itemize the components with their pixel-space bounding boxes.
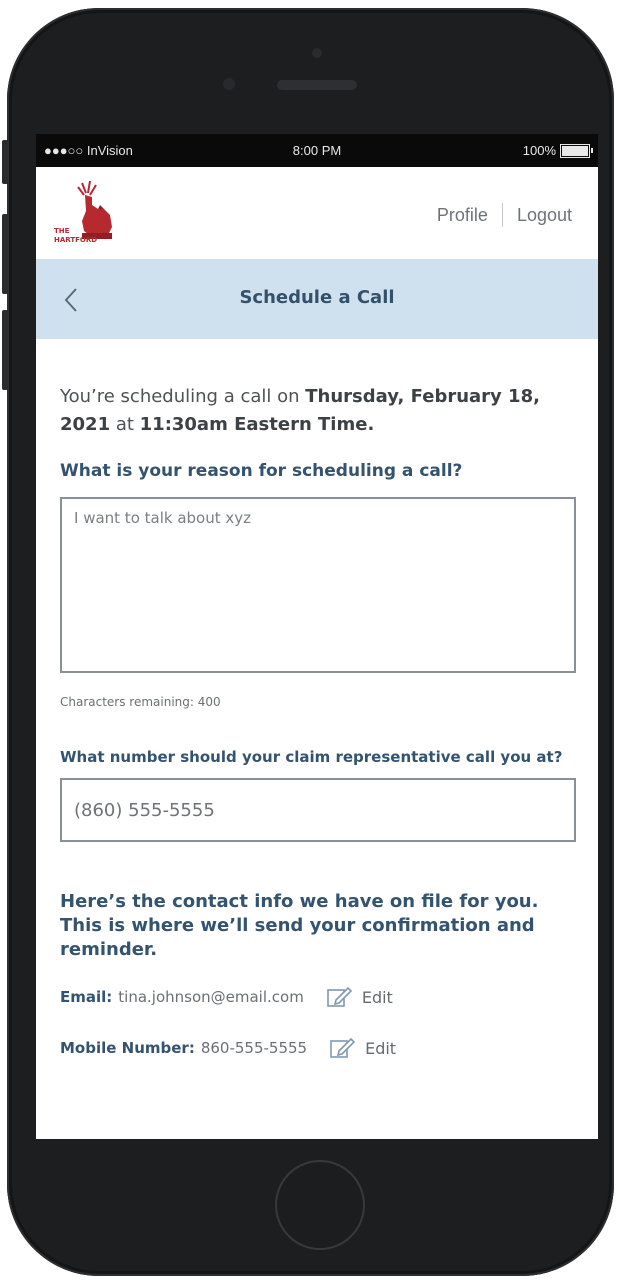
status-time: 8:00 PM [292,143,342,158]
title-bar: Schedule a Call [36,259,598,339]
logout-link[interactable]: Logout [517,205,572,226]
email-row: Email: tina.johnson@email.com Edit [60,984,574,1010]
header-nav: Profile Logout [437,203,572,227]
screen: ●●●○○ InVision 8:00 PM 100% THE HARTFORD… [36,134,598,1139]
mobile-value: 860-555-5555 [200,1039,308,1057]
schedule-summary: You’re scheduling a call on Thursday, Fe… [60,383,574,439]
mute-switch [2,140,8,184]
edit-email-label: Edit [361,987,393,1007]
battery-icon [560,143,593,158]
profile-link[interactable]: Profile [437,205,488,226]
edit-email-button[interactable]: Edit [326,985,393,1009]
contact-info-heading: Here’s the contact info we have on file … [60,891,539,960]
mobile-row: Mobile Number: 860-555-5555 Edit [60,1035,574,1061]
status-bar: ●●●○○ InVision 8:00 PM 100% [36,134,598,167]
summary-mid: at [110,414,140,435]
logo-text-hartford: HARTFORD [54,236,97,244]
callback-question: What number should your claim representa… [60,748,563,766]
mobile-label: Mobile Number: [60,1039,195,1057]
summary-time: 11:30am Eastern Time. [139,414,375,435]
home-button[interactable] [275,1160,365,1250]
sensor-dot [223,78,235,90]
battery-percent: 100% [522,143,556,158]
email-label: Email: [60,988,113,1006]
callback-number-input[interactable]: (860) 555-5555 [60,778,576,842]
edit-pencil-icon [330,1037,356,1058]
battery-status: 100% [522,143,593,158]
edit-mobile-label: Edit [365,1038,397,1058]
volume-up-button [2,214,8,294]
nav-separator [501,203,503,227]
characters-remaining: Characters remaining: 400 [60,695,221,709]
page-title: Schedule a Call [239,287,395,308]
app-header: THE HARTFORD Profile Logout [36,167,598,259]
edit-mobile-button[interactable]: Edit [329,1036,396,1060]
summary-prefix: You’re scheduling a call on [60,386,306,407]
reason-textarea[interactable]: I want to talk about xyz [60,497,576,673]
camera-dot [312,48,322,58]
logo-text-the: THE [54,227,70,235]
email-value: tina.johnson@email.com [118,988,304,1006]
volume-down-button [2,310,8,390]
callback-number-value: (860) 555-5555 [74,799,215,821]
edit-pencil-icon [327,986,352,1007]
speaker-grille [277,80,357,90]
hartford-stag-logo[interactable]: THE HARTFORD [52,179,132,249]
main-content: You’re scheduling a call on Thursday, Fe… [36,383,598,1061]
reason-question: What is your reason for scheduling a cal… [60,461,463,481]
